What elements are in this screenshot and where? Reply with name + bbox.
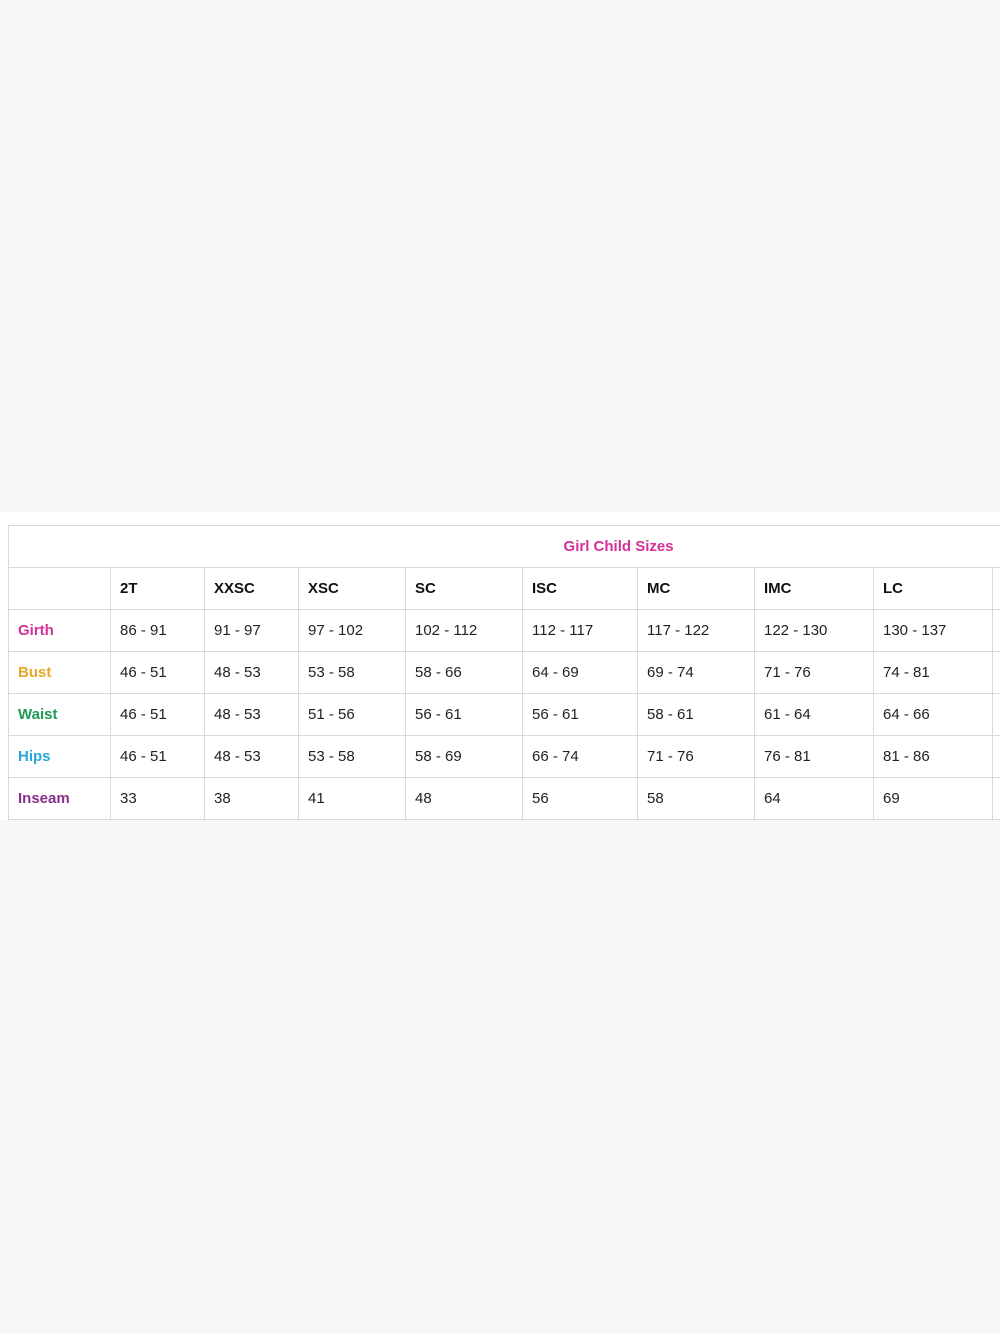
table-cell: 76 - 81 xyxy=(754,735,874,778)
size-header: ISC xyxy=(522,567,638,610)
size-header: XSC xyxy=(298,567,406,610)
cut-off-cell xyxy=(991,567,1000,610)
table-cell: 51 - 56 xyxy=(298,693,406,736)
table-cell: 71 - 76 xyxy=(637,735,755,778)
size-header: LC xyxy=(873,567,993,610)
table-cell: 64 - 66 xyxy=(873,693,993,736)
size-chart-sheet: Girl Child Sizes 2T XXSC XSC SC ISC MC I… xyxy=(0,512,1000,826)
cut-off-cell xyxy=(991,777,1000,820)
table-cell: 112 - 117 xyxy=(522,609,638,652)
measurement-label: Inseam xyxy=(8,777,111,820)
table-row: Waist 46 - 51 48 - 53 51 - 56 56 - 61 56… xyxy=(8,693,1000,736)
cut-off-cell xyxy=(991,651,1000,694)
cut-off-cell xyxy=(991,693,1000,736)
bottom-background xyxy=(0,820,1000,1333)
table-cell: 56 - 61 xyxy=(522,693,638,736)
table-cell: 56 xyxy=(522,777,638,820)
table-cell: 53 - 58 xyxy=(298,735,406,778)
cut-off-cell xyxy=(991,609,1000,652)
table-cell: 64 - 69 xyxy=(522,651,638,694)
size-header: 2T xyxy=(110,567,205,610)
table-cell: 102 - 112 xyxy=(405,609,523,652)
table-cell: 58 - 66 xyxy=(405,651,523,694)
table-cell: 48 - 53 xyxy=(204,651,299,694)
table-cell: 71 - 76 xyxy=(754,651,874,694)
table-cell: 61 - 64 xyxy=(754,693,874,736)
measurement-label: Hips xyxy=(8,735,111,778)
title-row: Girl Child Sizes xyxy=(7,525,1000,568)
table-cell: 91 - 97 xyxy=(204,609,299,652)
table-title-cell: Girl Child Sizes xyxy=(7,525,1000,568)
table-cell: 58 xyxy=(637,777,755,820)
table-cell: 46 - 51 xyxy=(110,735,205,778)
size-header: SC xyxy=(405,567,523,610)
top-background xyxy=(0,0,1000,512)
measurement-label: Bust xyxy=(8,651,111,694)
table-row: Inseam 33 38 41 48 56 58 64 69 xyxy=(8,777,1000,820)
page: Girl Child Sizes 2T XXSC XSC SC ISC MC I… xyxy=(0,0,1000,1333)
table-cell: 69 - 74 xyxy=(637,651,755,694)
table-cell: 66 - 74 xyxy=(522,735,638,778)
table-cell: 58 - 69 xyxy=(405,735,523,778)
table-cell: 38 xyxy=(204,777,299,820)
table-cell: 117 - 122 xyxy=(637,609,755,652)
measurement-label: Girth xyxy=(8,609,111,652)
table-cell: 33 xyxy=(110,777,205,820)
table-cell: 86 - 91 xyxy=(110,609,205,652)
table-row: Bust 46 - 51 48 - 53 53 - 58 58 - 66 64 … xyxy=(8,651,1000,694)
table-cell: 48 - 53 xyxy=(204,693,299,736)
table-cell: 46 - 51 xyxy=(110,693,205,736)
table-cell: 46 - 51 xyxy=(110,651,205,694)
table-cell: 41 xyxy=(298,777,406,820)
table-cell: 69 xyxy=(873,777,993,820)
table-row: Girth 86 - 91 91 - 97 97 - 102 102 - 112… xyxy=(8,609,1000,652)
table-cell: 122 - 130 xyxy=(754,609,874,652)
size-header: IMC xyxy=(754,567,874,610)
table-cell: 56 - 61 xyxy=(405,693,523,736)
cut-off-cell xyxy=(991,735,1000,778)
measurement-label: Waist xyxy=(8,693,111,736)
corner-cell xyxy=(8,567,111,610)
table-row: Hips 46 - 51 48 - 53 53 - 58 58 - 69 66 … xyxy=(8,735,1000,778)
size-header: MC xyxy=(637,567,755,610)
size-header-row: 2T XXSC XSC SC ISC MC IMC LC xyxy=(8,567,1000,610)
table-cell: 48 - 53 xyxy=(204,735,299,778)
table-cell: 130 - 137 xyxy=(873,609,993,652)
table-cell: 81 - 86 xyxy=(873,735,993,778)
table-cell: 74 - 81 xyxy=(873,651,993,694)
table-cell: 97 - 102 xyxy=(298,609,406,652)
table-cell: 48 xyxy=(405,777,523,820)
table-cell: 53 - 58 xyxy=(298,651,406,694)
table-cell: 64 xyxy=(754,777,874,820)
table-cell: 58 - 61 xyxy=(637,693,755,736)
size-header: XXSC xyxy=(204,567,299,610)
size-chart-table: Girl Child Sizes 2T XXSC XSC SC ISC MC I… xyxy=(7,525,1000,820)
table-title: Girl Child Sizes xyxy=(563,538,674,555)
